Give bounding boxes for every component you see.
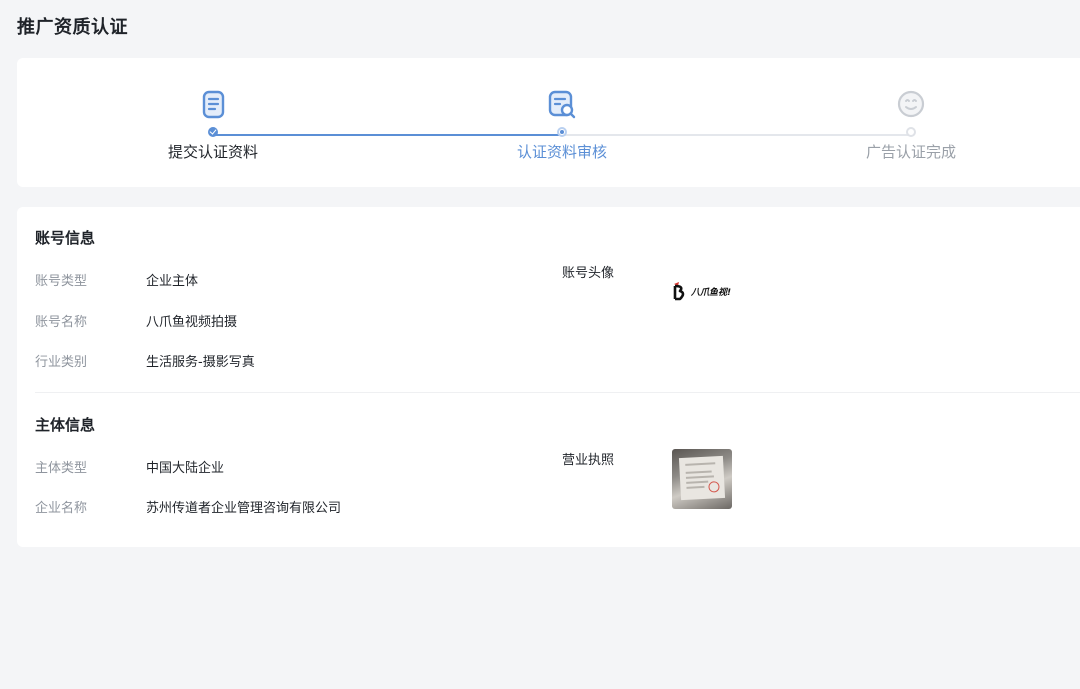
subject-type-value: 中国大陆企业 [146, 461, 225, 476]
seal-icon [708, 481, 720, 493]
step-label: 广告认证完成 [865, 143, 956, 161]
industry-label: 行业类别 [35, 355, 88, 370]
account-type-value: 企业主体 [146, 274, 199, 289]
step-dot-active [557, 127, 567, 137]
step-dot-pending [906, 127, 916, 137]
step-label: 提交认证资料 [167, 143, 258, 161]
account-type-label: 账号类型 [35, 274, 88, 289]
document-search-icon [548, 90, 576, 119]
section-divider [35, 392, 1080, 393]
industry-value: 生活服务-摄影写真 [146, 355, 255, 370]
account-name-value: 八爪鱼视频拍摄 [146, 315, 238, 330]
step-submit: 提交认证资料 [123, 88, 303, 162]
step-label: 认证资料审核 [516, 143, 607, 161]
step-complete: 广告认证完成 [821, 88, 1001, 162]
company-name-value: 苏州传道者企业管理咨询有限公司 [146, 501, 342, 516]
page-title: 推广资质认证 [17, 17, 128, 38]
business-license-thumbnail[interactable] [672, 449, 732, 509]
subject-type-label: 主体类型 [35, 461, 88, 476]
license-label: 营业执照 [562, 453, 615, 468]
avatar-brand-text: 八爪鱼视! [691, 287, 732, 298]
document-icon [202, 90, 225, 119]
account-name-label: 账号名称 [35, 315, 88, 330]
info-card: 账号信息 账号类型 企业主体 账号名称 八爪鱼视频拍摄 行业类别 生活服务-摄影… [17, 207, 1080, 547]
smile-icon [897, 90, 925, 118]
step-dot-done [208, 127, 218, 137]
step-review: 认证资料审核 [472, 88, 652, 162]
brand-logo-icon [673, 282, 685, 301]
account-info-title: 账号信息 [35, 229, 96, 247]
subject-info-title: 主体信息 [35, 416, 96, 434]
steps-card: 提交认证资料 认证资料审核 广告认证完成 [17, 58, 1080, 187]
avatar[interactable]: 八爪鱼视! [671, 277, 735, 305]
avatar-label: 账号头像 [562, 266, 615, 281]
company-name-label: 企业名称 [35, 501, 88, 516]
license-paper [678, 455, 726, 501]
